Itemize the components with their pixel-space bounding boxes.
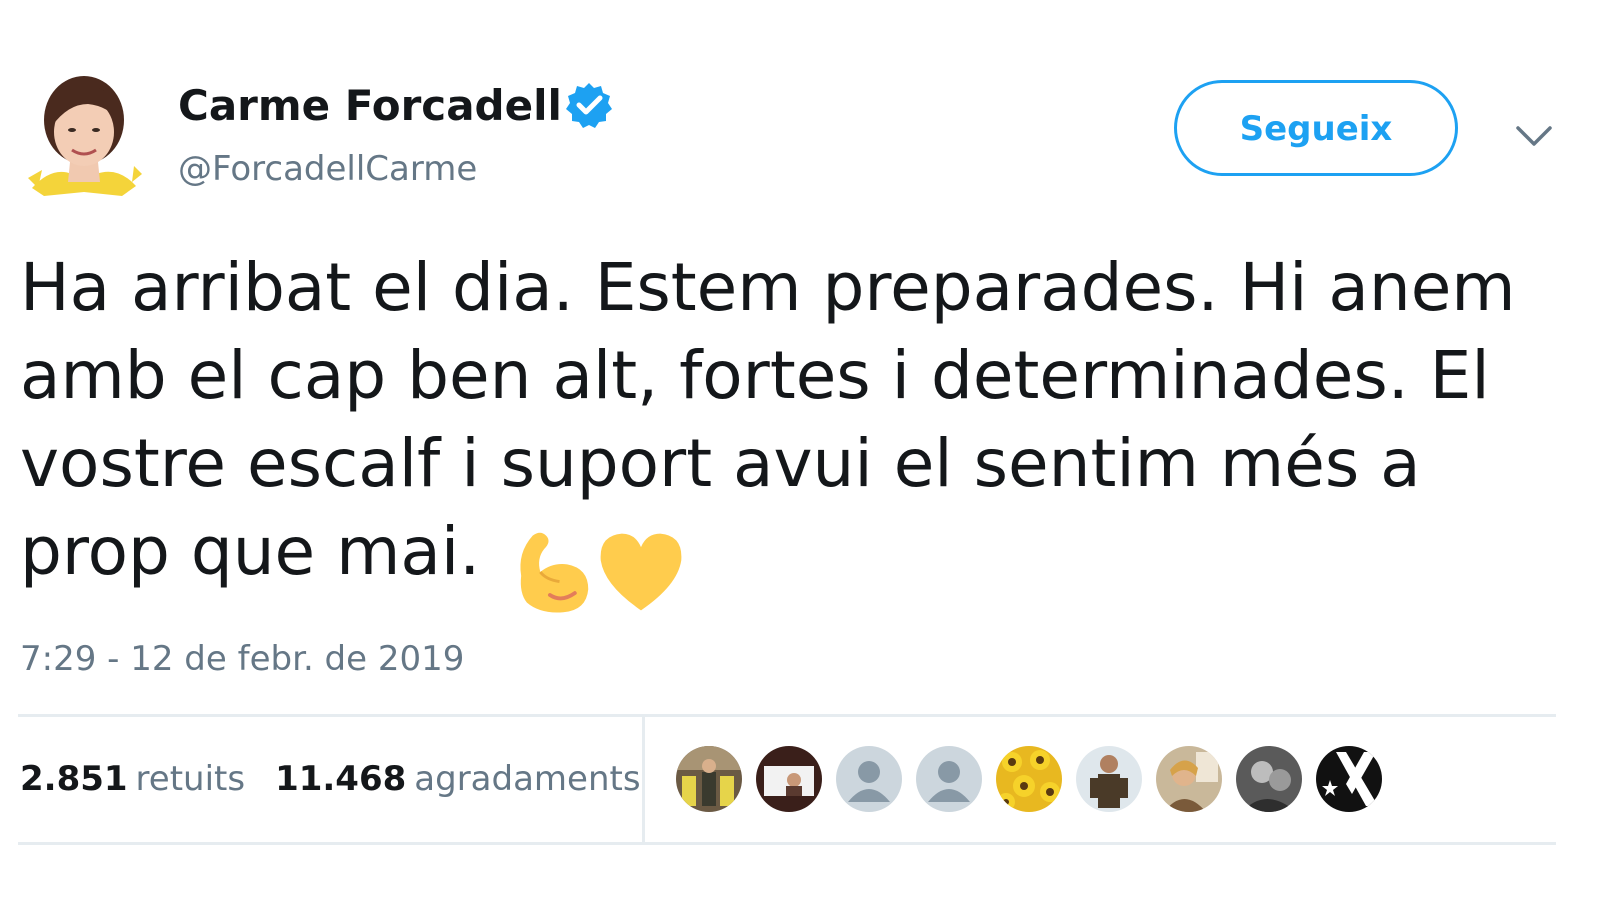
likes-count: 11.468 xyxy=(275,759,407,799)
tweet-card: Carme Forcadell @ForcadellCarme Segueix … xyxy=(0,0,1600,900)
author-display-name[interactable]: Carme Forcadell xyxy=(178,78,562,134)
liker-avatar[interactable] xyxy=(1076,746,1142,812)
follow-button[interactable]: Segueix xyxy=(1174,80,1458,176)
yellow-heart-icon xyxy=(600,533,682,611)
tweet-emojis xyxy=(502,526,688,618)
retweets-count: 2.851 xyxy=(20,759,128,799)
divider xyxy=(18,714,1556,717)
author-handle[interactable]: @ForcadellCarme xyxy=(178,146,477,192)
divider xyxy=(18,842,1556,845)
sunflowers-avatar[interactable] xyxy=(996,746,1062,812)
verified-badge-icon xyxy=(564,80,614,130)
star-x-logo-avatar[interactable] xyxy=(1316,746,1382,812)
likers-avatar-row xyxy=(676,746,1382,816)
retweets-label: retuits xyxy=(135,759,246,799)
retweets-stat[interactable]: 2.851 retuits xyxy=(20,759,245,799)
default-avatar-icon[interactable] xyxy=(836,746,902,812)
default-avatar-icon[interactable] xyxy=(916,746,982,812)
liker-avatar[interactable] xyxy=(756,746,822,812)
tweet-text-body: Ha arribat el dia. Estem preparades. Hi … xyxy=(20,249,1516,590)
tweet-text: Ha arribat el dia. Estem preparades. Hi … xyxy=(20,244,1575,618)
tweet-timestamp[interactable]: 7:29 - 12 de febr. de 2019 xyxy=(20,636,464,682)
stats-divider xyxy=(642,717,645,842)
chevron-down-icon[interactable] xyxy=(1512,118,1556,152)
liker-avatar[interactable] xyxy=(676,746,742,812)
likes-label: agradaments xyxy=(414,759,641,799)
author-avatar[interactable] xyxy=(22,70,146,202)
likes-stat[interactable]: 11.468 agradaments xyxy=(275,759,640,799)
tweet-stats: 2.851 retuits 11.468 agradaments xyxy=(20,756,641,802)
flexed-biceps-icon xyxy=(520,532,589,613)
liker-avatar[interactable] xyxy=(1156,746,1222,812)
liker-avatar[interactable] xyxy=(1236,746,1302,812)
